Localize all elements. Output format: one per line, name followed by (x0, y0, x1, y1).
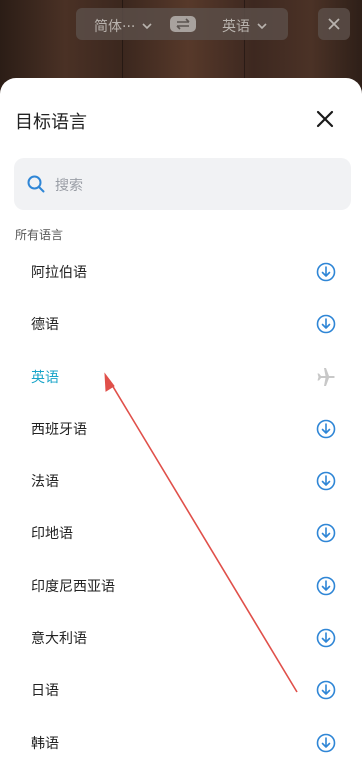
download-icon[interactable] (316, 419, 336, 439)
swap-icon (176, 18, 190, 30)
language-row[interactable]: 阿拉伯语 (0, 246, 362, 298)
download-icon[interactable] (316, 680, 336, 700)
language-row[interactable]: 印地语 (0, 507, 362, 559)
top-close-button[interactable] (318, 8, 350, 40)
language-label: 德语 (31, 317, 59, 334)
language-label: 印地语 (31, 526, 73, 543)
swap-languages-button[interactable] (170, 16, 196, 32)
target-language-selector[interactable]: 英语 (222, 16, 268, 36)
language-row[interactable]: 英语 (0, 351, 362, 403)
download-icon[interactable] (316, 733, 336, 753)
download-icon[interactable] (316, 576, 336, 596)
close-icon[interactable] (313, 107, 337, 131)
language-label: 意大利语 (31, 631, 87, 648)
language-label: 韩语 (31, 735, 59, 752)
section-label-all-languages: 所有语言 (15, 228, 64, 242)
target-language-label: 英语 (222, 19, 250, 35)
download-icon[interactable] (316, 314, 336, 334)
language-label: 印度尼西亚语 (31, 578, 115, 595)
airplane-icon (317, 367, 335, 386)
language-row[interactable]: 西班牙语 (0, 403, 362, 455)
source-language-label: 简体··· (94, 19, 136, 35)
language-row[interactable]: 日语 (0, 664, 362, 716)
language-list: 阿拉伯语德语英语西班牙语法语印地语印度尼西亚语 意大利语日语韩语 (0, 246, 362, 769)
language-label: 日语 (31, 683, 59, 700)
source-language-selector[interactable]: 简体··· (94, 16, 153, 36)
search-placeholder: 搜索 (55, 178, 83, 194)
sheet-title: 目标语言 (15, 112, 87, 133)
download-icon[interactable] (316, 471, 336, 491)
language-row[interactable]: 印度尼西亚语 (0, 560, 362, 612)
language-label: 英语 (31, 369, 59, 386)
search-input[interactable]: 搜索 (14, 158, 351, 210)
chevron-down-icon (142, 23, 152, 30)
download-icon[interactable] (316, 262, 336, 282)
language-label: 法语 (31, 474, 59, 491)
search-icon (27, 175, 45, 193)
language-row[interactable]: 德语 (0, 298, 362, 350)
language-row[interactable]: 韩语 (0, 717, 362, 769)
language-row[interactable]: 法语 (0, 455, 362, 507)
close-icon (328, 18, 340, 30)
language-switch-bar: 简体··· 英语 (76, 8, 288, 40)
language-row[interactable]: 意大利语 (0, 612, 362, 664)
language-label: 西班牙语 (31, 421, 87, 438)
chevron-down-icon (257, 23, 267, 30)
language-label: 阿拉伯语 (31, 265, 87, 281)
target-language-sheet: 目标语言 搜索 所有语言 阿拉伯语德语英语西班牙语法语印地语印度尼西亚语 意大利语… (0, 78, 362, 781)
download-icon[interactable] (316, 523, 336, 543)
download-icon[interactable] (316, 628, 336, 648)
